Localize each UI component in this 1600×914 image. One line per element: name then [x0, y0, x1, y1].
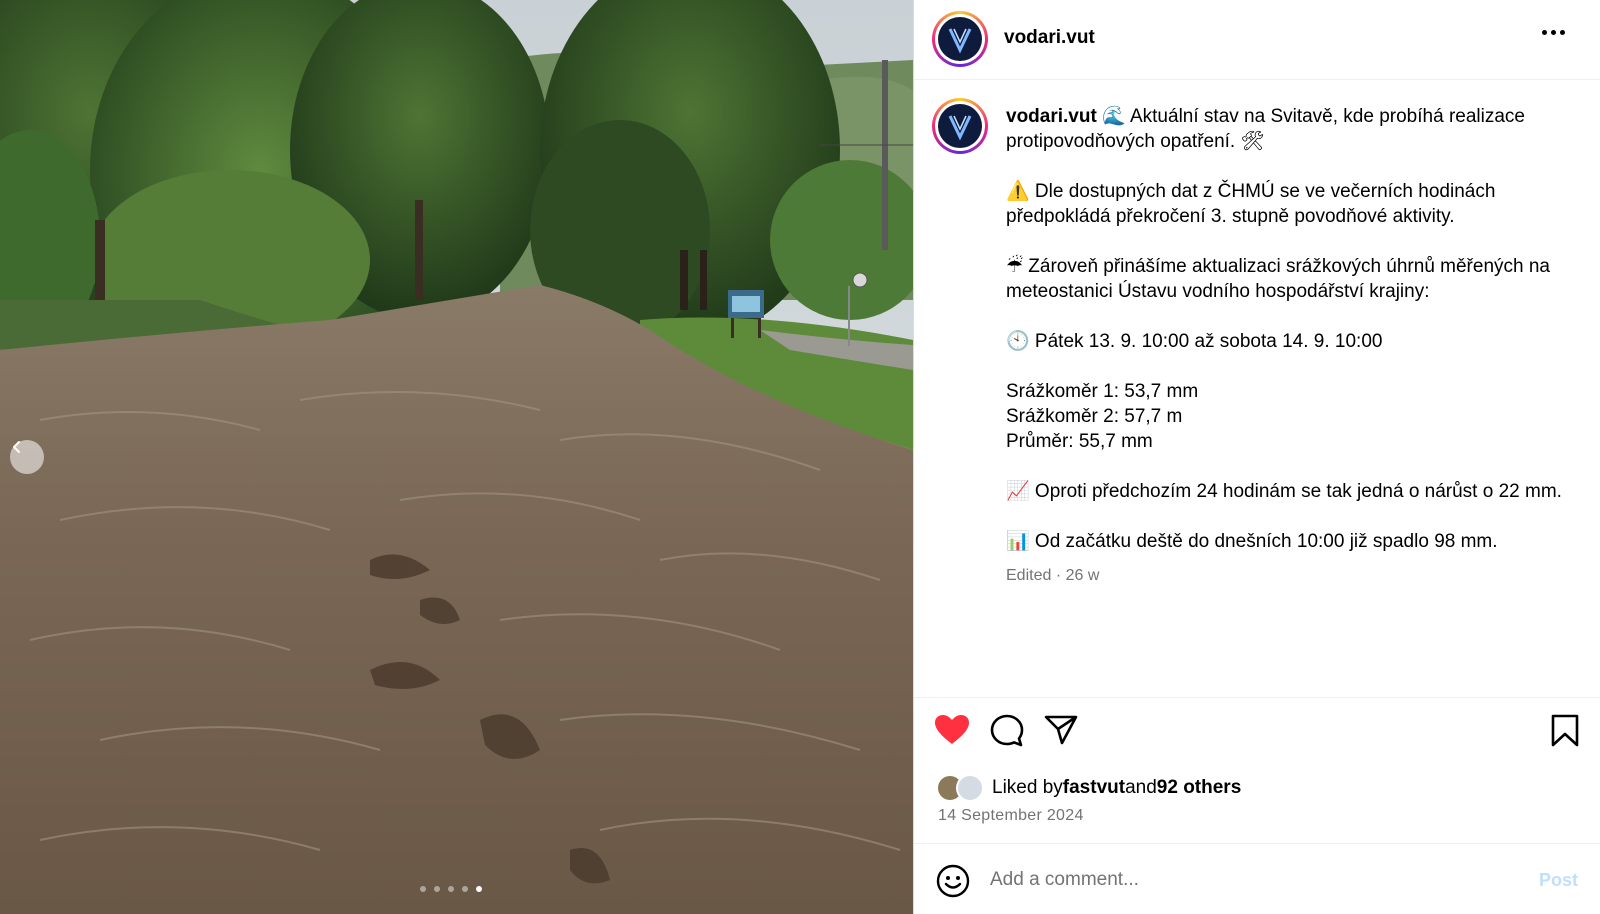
caption-line: 📊 Od začátku deště do dnešních 10:00 již…: [1006, 531, 1498, 552]
post-actions: Liked by fastvut and 92 others 14 Septem…: [914, 697, 1600, 843]
caption-section: vodari.vut 🌊 Aktuální stav na Svitavě, k…: [914, 80, 1600, 697]
liked-by-summary: Liked by fastvut and 92 others: [936, 774, 1241, 802]
emoji-button[interactable]: [936, 864, 970, 903]
liked-by-others-link[interactable]: 92 others: [1157, 777, 1241, 799]
carousel-prev-button[interactable]: [10, 440, 44, 474]
liked-by-avatars[interactable]: [936, 774, 986, 802]
caption-line: ⚠️ Dle dostupných dat z ČHMÚ se ve večer…: [1006, 181, 1496, 227]
send-icon: [1044, 715, 1078, 745]
caption-line: Srážkoměr 2: 57,7 m: [1006, 406, 1183, 427]
comment-button[interactable]: [990, 714, 1024, 753]
flooded-river-photo: [0, 0, 913, 914]
post-date[interactable]: 14 September 2024: [938, 807, 1084, 825]
liked-by-and: and: [1125, 777, 1157, 798]
caption-username[interactable]: vodari.vut: [1006, 106, 1097, 127]
caption-text: vodari.vut 🌊 Aktuální stav na Svitavě, k…: [1006, 104, 1566, 588]
caption-line: 🕙 Pátek 13. 9. 10:00 až sobota 14. 9. 10…: [1006, 331, 1383, 352]
carousel-dot: [448, 886, 454, 892]
save-button[interactable]: [1551, 714, 1579, 753]
carousel-dot-active: [476, 886, 482, 892]
emoji-smile-icon: [936, 864, 970, 898]
chevron-left-icon: [13, 441, 20, 453]
more-options-button[interactable]: [1542, 30, 1565, 35]
carousel-dot: [462, 886, 468, 892]
vodari-logo-icon: [948, 115, 972, 141]
comment-input[interactable]: [990, 864, 1510, 896]
carousel-dot: [434, 886, 440, 892]
like-button[interactable]: [934, 714, 970, 751]
carousel-indicator: [420, 886, 482, 892]
comment-composer: Post: [914, 843, 1600, 914]
post-header: vodari.vut: [914, 0, 1600, 80]
caption-line: Srážkoměr 1: 53,7 mm: [1006, 381, 1199, 402]
liked-by-prefix: Liked by: [992, 777, 1063, 798]
heart-filled-icon: [935, 715, 969, 744]
bookmark-icon: [1551, 714, 1579, 747]
post-comment-button[interactable]: Post: [1539, 870, 1578, 891]
share-button[interactable]: [1044, 714, 1078, 751]
liked-by-user-link[interactable]: fastvut: [1063, 777, 1125, 799]
more-horizontal-icon: [1542, 30, 1547, 35]
post-detail-panel: vodari.vut vodari.vut 🌊 Aktuální stav na…: [913, 0, 1600, 914]
post-author-username[interactable]: vodari.vut: [1004, 27, 1095, 49]
caption-line: ☔ Zároveň přinášíme aktualizaci srážkový…: [1006, 256, 1550, 302]
avatar: [956, 774, 984, 802]
vodari-logo-icon: [948, 28, 972, 54]
caption-meta: Edited · 26 w: [1006, 567, 1100, 584]
caption-line: Průměr: 55,7 mm: [1006, 431, 1153, 452]
caption-avatar[interactable]: [932, 98, 988, 154]
caption-line: 📈 Oproti předchozím 24 hodinám se tak je…: [1006, 481, 1562, 502]
account-avatar[interactable]: [932, 11, 988, 67]
carousel-dot: [420, 886, 426, 892]
post-photo[interactable]: [0, 0, 913, 914]
comment-icon: [990, 714, 1024, 747]
